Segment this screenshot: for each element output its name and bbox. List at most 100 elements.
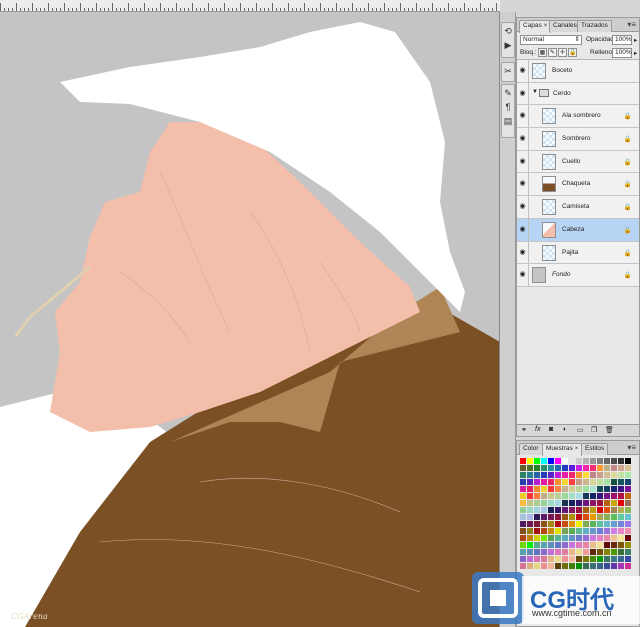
swatch[interactable] [527, 507, 534, 514]
swatch[interactable] [555, 549, 562, 556]
swatch[interactable] [576, 528, 583, 535]
swatch[interactable] [548, 521, 555, 528]
swatch[interactable] [611, 493, 618, 500]
new-layer-icon[interactable]: ❐ [591, 426, 597, 434]
swatch[interactable] [604, 493, 611, 500]
swatch[interactable] [583, 535, 590, 542]
swatch[interactable] [520, 493, 527, 500]
swatch[interactable] [541, 465, 548, 472]
brushes-icon[interactable]: ✂ [502, 65, 514, 77]
swatch[interactable] [590, 528, 597, 535]
eye-icon[interactable]: ◉ [517, 105, 529, 128]
swatch[interactable] [625, 514, 632, 521]
swatch[interactable] [604, 549, 611, 556]
swatch[interactable] [597, 458, 604, 465]
swatch[interactable] [541, 521, 548, 528]
swatch[interactable] [527, 563, 534, 570]
swatch[interactable] [604, 465, 611, 472]
swatch[interactable] [555, 500, 562, 507]
lock-transparent-icon[interactable]: ▦ [538, 48, 547, 57]
swatch[interactable] [597, 521, 604, 528]
swatch[interactable] [555, 493, 562, 500]
layer-row[interactable]: ◉ Cabeza 🔒 [517, 218, 639, 242]
swatch[interactable] [562, 514, 569, 521]
opacity-arrow-icon[interactable]: ▸ [634, 36, 637, 44]
swatch[interactable] [562, 528, 569, 535]
clone-source-icon[interactable]: ✎ [502, 87, 514, 99]
swatch[interactable] [576, 563, 583, 570]
panel-menu-icon[interactable]: ▾≡ [627, 20, 636, 29]
swatch[interactable] [520, 458, 527, 465]
swatch[interactable] [576, 472, 583, 479]
swatch[interactable] [597, 500, 604, 507]
swatch[interactable] [611, 472, 618, 479]
mask-icon[interactable]: ◙ [549, 426, 553, 433]
swatch[interactable] [597, 514, 604, 521]
swatch[interactable] [618, 472, 625, 479]
swatch[interactable] [625, 521, 632, 528]
swatch[interactable] [590, 486, 597, 493]
swatch[interactable] [534, 493, 541, 500]
swatch[interactable] [618, 458, 625, 465]
eye-icon[interactable]: ◉ [517, 218, 529, 241]
swatch[interactable] [611, 486, 618, 493]
lock-image-icon[interactable]: ✎ [548, 48, 557, 57]
swatch[interactable] [597, 549, 604, 556]
swatch[interactable] [569, 556, 576, 563]
swatch[interactable] [576, 514, 583, 521]
swatch[interactable] [562, 458, 569, 465]
lock-all-icon[interactable]: 🔒 [568, 48, 577, 57]
swatch[interactable] [618, 528, 625, 535]
swatch[interactable] [590, 465, 597, 472]
swatch[interactable] [555, 507, 562, 514]
swatch[interactable] [625, 528, 632, 535]
swatch[interactable] [569, 528, 576, 535]
link-icon[interactable]: ⚭ [521, 426, 527, 434]
swatch[interactable] [520, 465, 527, 472]
swatch[interactable] [576, 549, 583, 556]
swatch[interactable] [590, 479, 597, 486]
swatch[interactable] [569, 507, 576, 514]
swatch[interactable] [597, 486, 604, 493]
actions-icon[interactable]: ▶ [502, 39, 514, 51]
swatch[interactable] [548, 500, 555, 507]
swatch[interactable] [590, 556, 597, 563]
swatch[interactable] [527, 493, 534, 500]
swatch[interactable] [590, 493, 597, 500]
swatch[interactable] [541, 507, 548, 514]
swatch[interactable] [534, 486, 541, 493]
swatch[interactable] [576, 458, 583, 465]
swatch[interactable] [618, 486, 625, 493]
eye-icon[interactable]: ◉ [517, 82, 529, 105]
swatch[interactable] [562, 486, 569, 493]
swatch[interactable] [576, 479, 583, 486]
swatch[interactable] [569, 458, 576, 465]
swatch[interactable] [541, 528, 548, 535]
swatch[interactable] [625, 493, 632, 500]
swatch[interactable] [520, 514, 527, 521]
swatch[interactable] [583, 472, 590, 479]
swatch[interactable] [527, 549, 534, 556]
swatch[interactable] [618, 479, 625, 486]
swatch[interactable] [583, 542, 590, 549]
swatch[interactable] [576, 521, 583, 528]
swatch[interactable] [541, 563, 548, 570]
character-icon[interactable]: ▤ [502, 115, 514, 127]
swatch[interactable] [548, 472, 555, 479]
swatch[interactable] [611, 479, 618, 486]
swatch[interactable] [555, 542, 562, 549]
swatch[interactable] [534, 563, 541, 570]
swatch[interactable] [597, 556, 604, 563]
swatch[interactable] [625, 563, 632, 570]
swatch[interactable] [569, 465, 576, 472]
swatch[interactable] [562, 500, 569, 507]
eye-icon[interactable]: ◉ [517, 196, 529, 218]
swatch[interactable] [520, 563, 527, 570]
swatch[interactable] [527, 556, 534, 563]
swatch[interactable] [520, 542, 527, 549]
swatch[interactable] [583, 465, 590, 472]
swatch[interactable] [611, 514, 618, 521]
swatch[interactable] [583, 458, 590, 465]
swatch[interactable] [534, 549, 541, 556]
swatch[interactable] [583, 514, 590, 521]
